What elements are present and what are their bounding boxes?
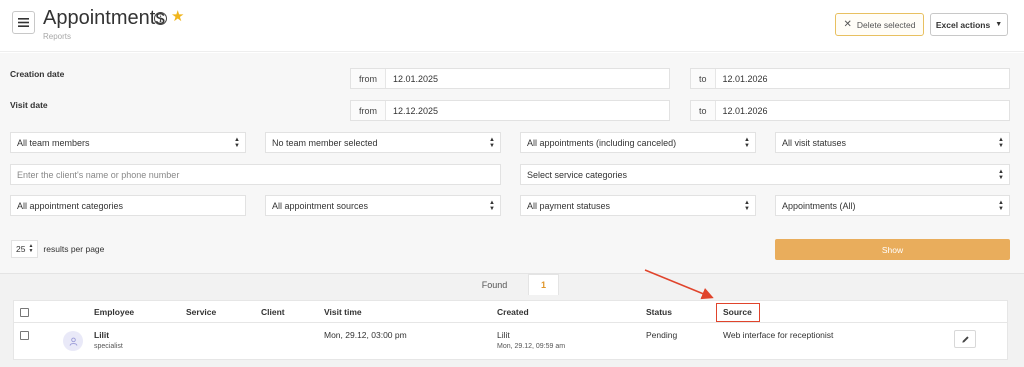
per-page-label: results per page [43,244,105,254]
team-members-value: All team members [17,137,90,148]
page-title: Appointments [43,7,166,29]
visit-to-value: 12.01.2026 [722,105,768,116]
header-status[interactable]: Status [646,301,672,323]
excel-actions-label: Excel actions [935,19,991,30]
select-arrows-icon: ▲ ▼ [744,200,750,212]
breadcrumb[interactable]: Reports [43,32,71,41]
header-client[interactable]: Client [261,301,285,323]
team-member-selected-select[interactable]: No team member selected ▲ ▼ [265,132,501,153]
visit-statuses-select[interactable]: All visit statuses ▲ ▼ [775,132,1010,153]
appointment-categories-select[interactable]: All appointment categories [10,195,246,216]
team-member-selected-value: No team member selected [272,137,378,148]
creation-date-to[interactable]: to 12.01.2026 [690,68,1010,89]
service-categories-select[interactable]: Select service categories ▲ ▼ [520,164,1010,185]
row-source: Web interface for receptionist [723,330,834,340]
per-page-control: 25 ▲ ▼ results per page [11,240,104,258]
payment-statuses-select[interactable]: All payment statuses ▲ ▼ [520,195,756,216]
header-created[interactable]: Created [497,301,529,323]
header-visit-time[interactable]: Visit time [324,301,362,323]
payment-statuses-value: All payment statuses [527,200,611,211]
appointments-all-value: Appointments (All) [782,200,856,211]
select-all-checkbox[interactable] [20,308,29,317]
select-arrows-icon: ▲ ▼ [28,243,34,254]
per-page-value: 25 [16,244,26,254]
edit-button[interactable] [954,330,976,348]
visit-date-from[interactable]: from 12.12.2025 [350,100,670,121]
avatar [63,331,83,351]
found-count: 1 [528,274,559,296]
creation-date-from[interactable]: from 12.01.2025 [350,68,670,89]
employee-name[interactable]: Lilit [94,330,109,340]
appointment-sources-select[interactable]: All appointment sources ▲ ▼ [265,195,501,216]
delete-selected-label: Delete selected [856,19,916,30]
close-icon: ✕ [843,19,852,30]
excel-actions-button[interactable]: Excel actions ▼ [930,13,1008,36]
select-arrows-icon: ▲ ▼ [998,200,1004,212]
creation-from-value: 12.01.2025 [393,73,439,84]
row-visit-time: Mon, 29.12, 03:00 pm [324,330,407,340]
header-service[interactable]: Service [186,301,216,323]
page-header: Appointments i ★ Reports ✕ Delete select… [0,0,1024,52]
edit-icon [961,335,969,343]
select-arrows-icon: ▲ ▼ [744,137,750,149]
employee-role: specialist [94,343,123,350]
found-bar: Found 1 [0,273,1024,296]
source-highlight-box [716,303,760,322]
visit-date-label: Visit date [10,100,48,110]
header-employee[interactable]: Employee [94,301,134,323]
visit-to-prefix: to [691,101,716,120]
service-categories-value: Select service categories [527,169,628,180]
creation-to-value: 12.01.2026 [722,73,768,84]
appointments-table: Employee Service Client Visit time Creat… [13,300,1008,360]
menu-button[interactable] [12,11,35,34]
select-arrows-icon: ▲ ▼ [234,137,240,149]
star-icon[interactable]: ★ [171,9,184,24]
avatar-icon [69,337,77,346]
creation-from-prefix: from [351,69,386,88]
visit-from-prefix: from [351,101,386,120]
creation-to-prefix: to [691,69,716,88]
appointment-categories-value: All appointment categories [17,200,124,211]
results-area: Employee Service Client Visit time Creat… [0,295,1024,367]
info-icon[interactable]: i [154,12,167,25]
appointments-filter-value: All appointments (including canceled) [527,137,677,148]
visit-date-to[interactable]: to 12.01.2026 [690,100,1010,121]
row-created-by: Lilit [497,330,510,340]
row-created-at: Mon, 29.12, 09:59 am [497,343,566,350]
select-arrows-icon: ▲ ▼ [998,137,1004,149]
visit-statuses-value: All visit statuses [782,137,847,148]
row-checkbox[interactable] [20,331,29,340]
show-button[interactable]: Show [775,239,1010,260]
appointment-sources-value: All appointment sources [272,200,369,211]
appointments-filter-select[interactable]: All appointments (including canceled) ▲ ▼ [520,132,756,153]
per-page-select[interactable]: 25 ▲ ▼ [11,240,39,258]
row-status: Pending [646,330,678,340]
filters-panel: Creation date from 12.01.2025 to 12.01.2… [0,53,1024,273]
visit-from-value: 12.12.2025 [393,105,439,116]
found-label: Found [462,274,527,296]
team-members-select[interactable]: All team members ▲ ▼ [10,132,246,153]
menu-icon [18,18,29,27]
chevron-down-icon: ▼ [995,21,1003,28]
delete-selected-button[interactable]: ✕ Delete selected [835,13,924,36]
creation-date-label: Creation date [10,69,65,79]
table-header: Employee Service Client Visit time Creat… [14,301,1007,323]
client-search-input[interactable] [10,164,501,185]
appointments-all-select[interactable]: Appointments (All) ▲ ▼ [775,195,1010,216]
select-arrows-icon: ▲ ▼ [489,137,495,149]
select-arrows-icon: ▲ ▼ [998,169,1004,181]
select-arrows-icon: ▲ ▼ [489,200,495,212]
